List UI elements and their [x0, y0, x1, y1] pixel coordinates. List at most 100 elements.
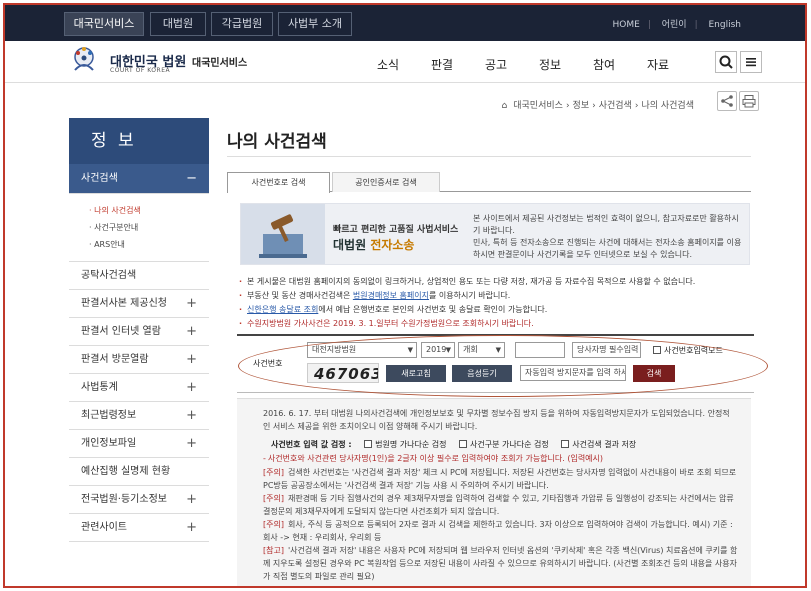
sidebar-item-label: 판결서 방문열람: [81, 354, 149, 365]
info-row: [주의] 재판경매 등 기타 집행사건의 경우 제3채무자명을 입력하여 검색할 …: [263, 492, 739, 518]
ecourt-banner[interactable]: 빠르고 편리한 고품질 사법서비스 대법원 전자소송 본 사이트에서 제공된 사…: [240, 203, 750, 265]
sidebar-item-deposit-search[interactable]: 공탁사건검색: [69, 262, 209, 290]
notice-item: 부동산 및 동산 경매사건검색은 법원경매정보 홈페이지를 이용하시기 바랍니다…: [237, 289, 751, 303]
sidebar-item-court-registry-info[interactable]: 전국법원·등기소정보 +: [69, 486, 209, 514]
breadcrumb-item[interactable]: 대국민서비스: [513, 101, 563, 111]
nav-news[interactable]: 소식: [377, 56, 399, 73]
top-tab-courts[interactable]: 각급법원: [211, 12, 273, 36]
search-info-panel: 2016. 6. 17. 부터 대법원 나의사건검색에 개인정보보호 및 무차별…: [237, 398, 751, 586]
tab-case-number-search[interactable]: 사건번호로 검색: [227, 172, 330, 193]
checkbox-box: [653, 346, 661, 354]
english-link[interactable]: English: [701, 20, 750, 30]
home-link[interactable]: HOME: [605, 20, 648, 30]
collapse-icon: −: [186, 171, 197, 186]
menu-button[interactable]: [740, 51, 762, 73]
expand-icon: +: [186, 324, 197, 339]
hamburger-menu-icon: [746, 58, 756, 67]
case-number-input[interactable]: [515, 342, 565, 358]
sidebar-item-budget[interactable]: 예산집행 실명제 현황: [69, 458, 209, 486]
notice-item: 신한은행 송달료 조회에서 예납 은행번호로 본인의 사건번호 및 송달료 확인…: [237, 303, 751, 317]
court-logo-icon[interactable]: [67, 44, 101, 78]
info-intro: 2016. 6. 17. 부터 대법원 나의사건검색에 개인정보보호 및 무차별…: [263, 409, 730, 431]
nav-participation[interactable]: 참여: [593, 56, 615, 73]
breadcrumb-item[interactable]: 사건검색: [599, 101, 632, 111]
info-text: 검색한 사건번호는 '사건검색 결과 저장' 체크 시 PC에 저장됩니다. 저…: [263, 468, 737, 490]
case-type-select[interactable]: 개회 ▼: [458, 342, 505, 358]
nav-resources[interactable]: 자료: [647, 56, 669, 73]
banner-illustration: [241, 204, 325, 264]
home-icon[interactable]: ⌂: [502, 101, 508, 111]
expand-icon: +: [186, 492, 197, 507]
tab-certificate-search[interactable]: 공인인증서로 검색: [332, 172, 440, 192]
sidebar-item-judgment-copy-request[interactable]: 판결서사본 제공신청 +: [69, 290, 209, 318]
top-tab-supreme-court[interactable]: 대법원: [150, 12, 206, 36]
nav-judgment[interactable]: 판결: [431, 56, 453, 73]
top-tab-judiciary-intro[interactable]: 사법부 소개: [278, 12, 352, 36]
sidebar-item-label: 전국법원·등기소정보: [81, 494, 167, 505]
case-type-sort-checkbox[interactable]: 사건구분 가나다순 검정: [459, 440, 549, 449]
banner-description: 본 사이트에서 제공된 사건정보는 법적인 효력이 없으니, 참고자료로만 활용…: [473, 213, 745, 261]
banner-desc-2: 민사, 특허 등 전자소송으로 진행되는 사건에 대해서는 전자소송 홈페이지를…: [473, 238, 742, 259]
sidebar-item-judgment-online[interactable]: 판결서 인터넷 열람 +: [69, 318, 209, 346]
shinhan-fee-link[interactable]: 신한은행 송달료 조회: [247, 305, 318, 314]
captcha-refresh-button[interactable]: 새로고침: [386, 365, 446, 382]
checkbox-box: [459, 440, 468, 448]
browser-frame: 대국민서비스 대법원 각급법원 사법부 소개 HOME | 어린이 | Englis…: [3, 3, 807, 588]
chevron-down-icon: ▼: [445, 346, 451, 354]
nav-info[interactable]: 정보: [539, 56, 561, 73]
input-mode-checkbox[interactable]: 사건번호입력모드: [653, 345, 723, 356]
sidebar-item-related-sites[interactable]: 관련사이트 +: [69, 514, 209, 542]
sidebar-item-label: 공탁사건검색: [81, 270, 137, 281]
info-row: [참고] '사건검색 결과 저장' 내용은 사용자 PC에 저장되며 웹 브라우저…: [263, 544, 739, 583]
submenu-my-case-search[interactable]: · 나의 사건검색: [89, 202, 209, 219]
notice-text: 에서 예납 은행번호로 본인의 사건번호 및 송달료 확인이 가능합니다.: [318, 305, 548, 314]
nav-notice[interactable]: 공고: [485, 56, 507, 73]
sidebar-menu: 사건검색 − · 나의 사건검색 · 사건구분안내 · ARS안내 공탁사건검색…: [69, 164, 209, 542]
sidebar-item-label: 개인정보파일: [81, 438, 137, 449]
checkbox-box: [561, 440, 570, 448]
search-tabs: 사건번호로 검색 공인인증서로 검색: [227, 172, 751, 193]
party-name-input[interactable]: 당사자명 필수입력: [572, 342, 641, 358]
site-header: 대한민국 법원 COURT OF KOREA 대국민서비스 소식 판결 공고 정…: [5, 41, 805, 83]
banner-desc-1: 본 사이트에서 제공된 사건정보는 법적인 효력이 없으니, 참고자료로만 활용…: [473, 214, 739, 235]
checkbox-label: 사건구분 가나다순 검정: [470, 440, 549, 449]
checkbox-box: [364, 440, 373, 448]
auction-info-link[interactable]: 법원경매정보 홈페이지: [353, 291, 429, 300]
breadcrumb: ⌂ 대국민서비스 › 정보 › 사건검색 › 나의 사건검색: [501, 101, 694, 111]
year-select[interactable]: 2019 ▼: [421, 342, 455, 358]
captcha-audio-button[interactable]: 음성듣기: [452, 365, 512, 382]
court-select[interactable]: 대전지방법원 ▼: [307, 342, 417, 358]
info-tag: [주의]: [263, 494, 284, 503]
save-results-checkbox[interactable]: 사건검색 결과 저장: [561, 440, 636, 449]
submenu-case-type-guide[interactable]: · 사건구분안내: [89, 219, 209, 236]
sidebar-item-recent-laws[interactable]: 최근법령정보 +: [69, 402, 209, 430]
info-required-note: - 사건번호와 사건관련 당사자명(1인)을 2글자 이상 필수로 입력하여야 조…: [263, 452, 739, 465]
breadcrumb-current: 나의 사건검색: [641, 101, 694, 111]
sidebar-item-label: 사법통계: [81, 382, 118, 393]
sidebar-item-case-search[interactable]: 사건검색 −: [69, 164, 209, 194]
top-bar: 대국민서비스 대법원 각급법원 사법부 소개 HOME | 어린이 | Englis…: [5, 5, 805, 41]
search-submit-button[interactable]: 검색: [633, 365, 675, 382]
checkbox-label: 사건검색 결과 저장: [572, 440, 637, 449]
court-sort-checkbox[interactable]: 법원명 가나다순 검정: [364, 440, 446, 449]
chevron-down-icon: ▼: [407, 346, 413, 354]
print-button[interactable]: [739, 91, 759, 111]
sidebar-item-label: 사건검색: [81, 173, 118, 184]
case-type-select-value: 개회: [463, 345, 478, 354]
sidebar-item-privacy-files[interactable]: 개인정보파일 +: [69, 430, 209, 458]
input-mode-label: 사건번호입력모드: [664, 346, 723, 355]
sidebar-item-judgment-visit[interactable]: 판결서 방문열람 +: [69, 346, 209, 374]
sidebar-item-statistics[interactable]: 사법통계 +: [69, 374, 209, 402]
kids-link[interactable]: 어린이: [654, 20, 695, 30]
captcha-input[interactable]: 자동입력 방지문자를 입력 하세요: [520, 365, 626, 381]
notice-item: 수원지방법원 가사사건은 2019. 3. 1.일부터 수원가정법원으로 조회하…: [237, 317, 751, 331]
sidebar-submenu: · 나의 사건검색 · 사건구분안내 · ARS안내: [69, 194, 209, 262]
top-tab-public-service[interactable]: 대국민서비스: [64, 12, 144, 36]
share-button[interactable]: [717, 91, 737, 111]
court-select-value: 대전지방법원: [312, 345, 357, 354]
title-divider: [227, 156, 751, 157]
submenu-ars-guide[interactable]: · ARS안내: [89, 236, 209, 253]
expand-icon: +: [186, 296, 197, 311]
search-button[interactable]: [715, 51, 737, 73]
breadcrumb-item[interactable]: 정보: [573, 101, 590, 111]
